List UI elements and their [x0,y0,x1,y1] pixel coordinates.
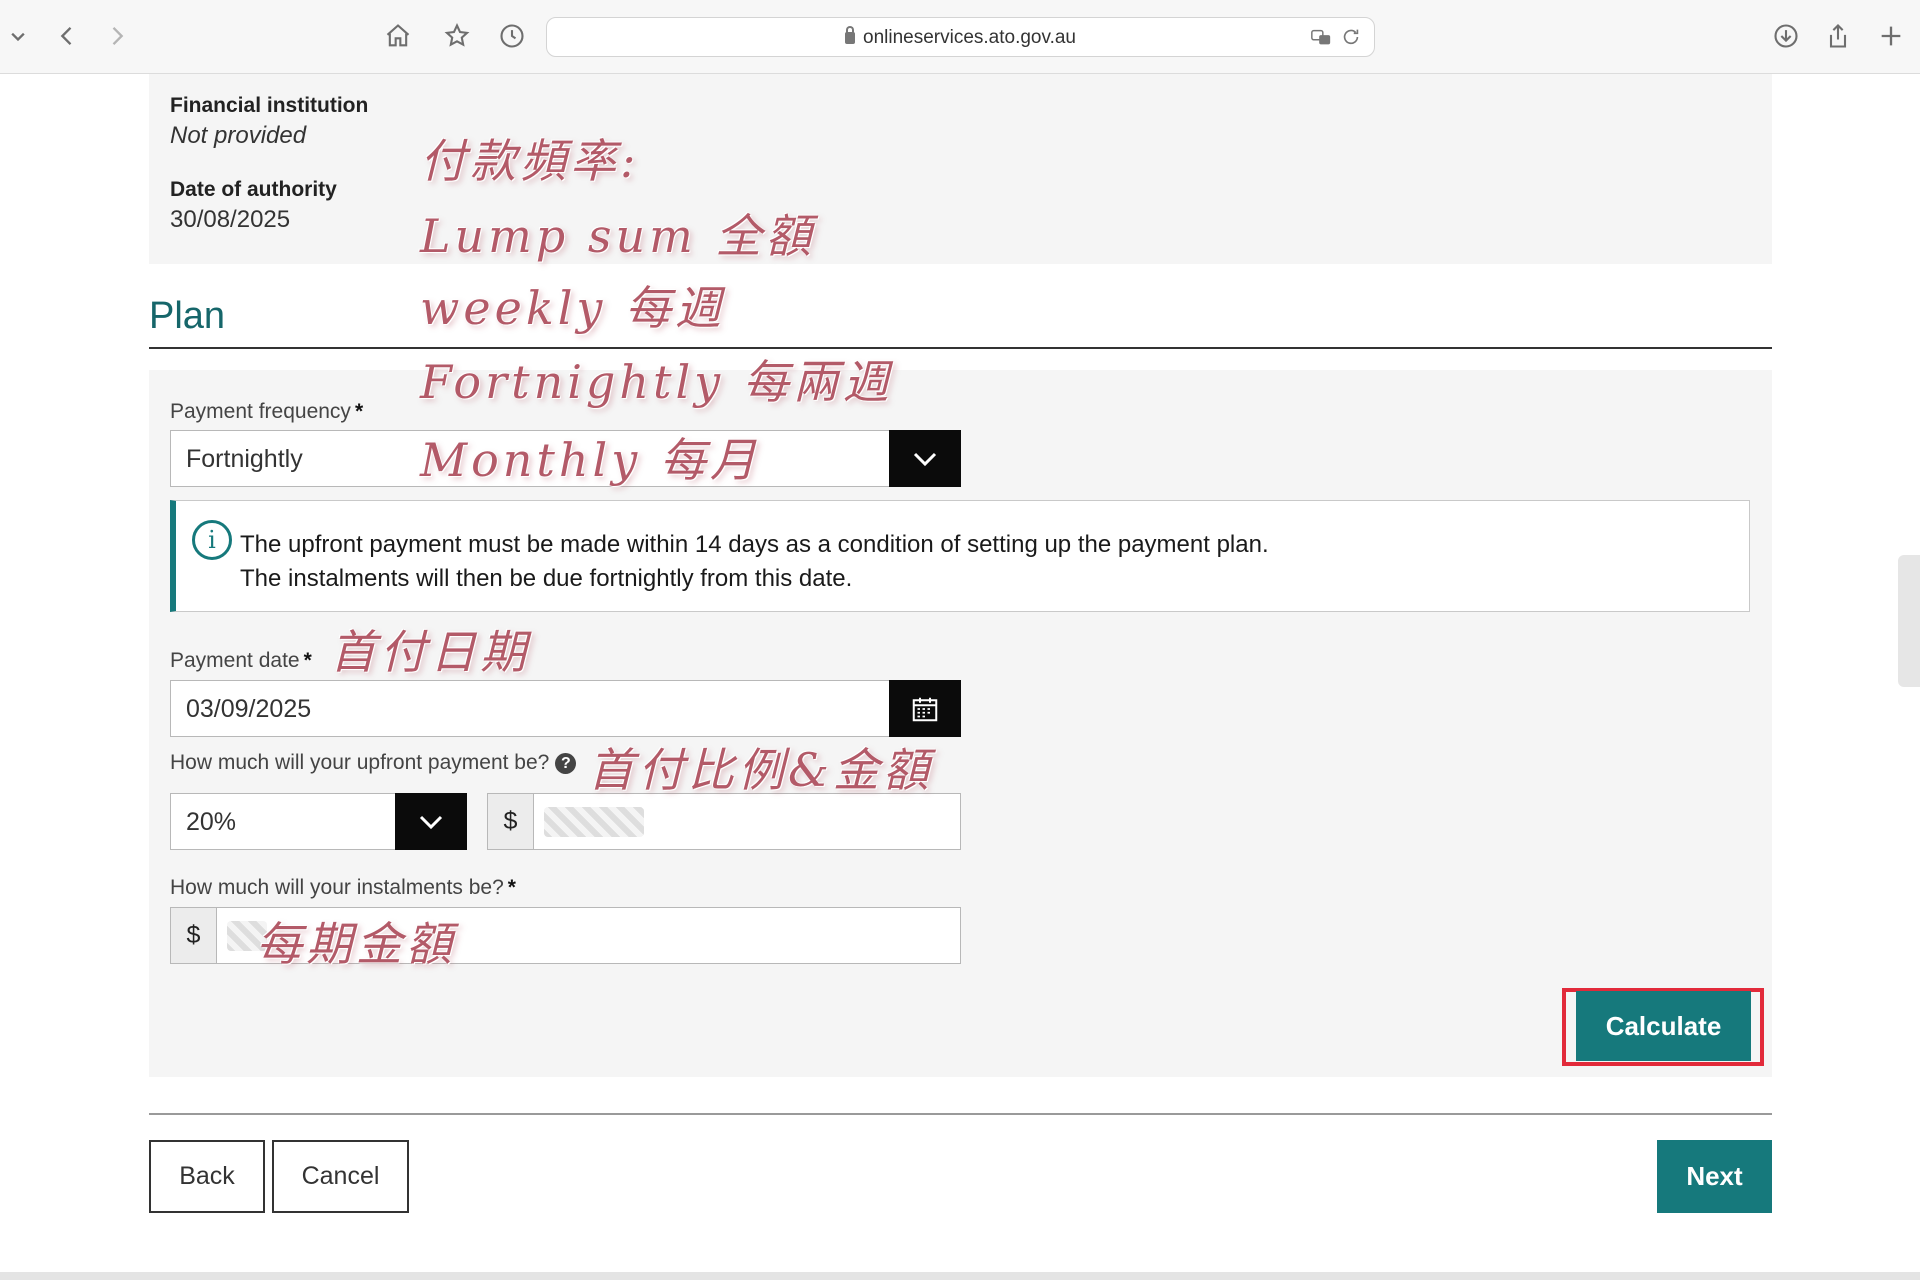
next-button[interactable]: Next [1657,1140,1772,1213]
actions-divider [149,1113,1772,1115]
instalment-amount-label: How much will your instalments be? * [170,876,516,899]
payment-date-label: Payment date * [170,649,312,672]
upfront-payment-label: How much will your upfront payment be?? [170,751,577,775]
annotation-upfront-ratio: 首付比例&金額 [588,743,933,797]
annotation-frequency-heading: 付款頻率: [420,134,640,188]
date-of-authority-value: 30/08/2025 [170,206,291,233]
info-line-2: The instalments will then be due fortnig… [240,565,853,592]
upfront-percent-select[interactable]: 20% [170,793,467,850]
annotation-monthly: Monthly 每月 [420,433,760,487]
authority-details-panel [149,74,1772,264]
info-line-1: The upfront payment must be made within … [240,531,1269,558]
annotation-first-payment-date: 首付日期 [330,625,530,679]
back-arrow-icon[interactable] [47,16,87,56]
cancel-button[interactable]: Cancel [272,1140,409,1213]
download-icon[interactable] [1766,16,1806,56]
home-icon[interactable] [378,16,418,56]
annotation-weekly: weekly 每週 [420,281,726,335]
financial-institution-value: Not provided [170,122,307,149]
address-bar[interactable]: onlineservices.ato.gov.au [546,17,1375,57]
upfront-amount-input[interactable]: $ [487,793,961,850]
plan-divider [149,347,1772,349]
tab-overview-chevron-icon[interactable] [0,16,36,56]
calendar-icon[interactable] [889,680,961,737]
browser-toolbar: onlineservices.ato.gov.au [0,0,1920,74]
scrollbar-thumb[interactable] [1898,555,1920,687]
payment-frequency-label: Payment frequency * [170,400,364,423]
payment-date-value: 03/09/2025 [186,695,312,723]
annotation-instalment-amount: 每期金額 [256,917,456,971]
share-icon[interactable] [1818,16,1858,56]
dollar-prefix: $ [171,908,217,963]
upfront-info-callout: i The upfront payment must be made withi… [170,500,1750,612]
plan-heading: Plan [149,295,226,337]
dollar-prefix: $ [488,794,534,849]
chevron-down-icon[interactable] [889,430,961,487]
date-of-authority-label: Date of authority [170,178,337,201]
annotation-fortnightly: Fortnightly 每兩週 [420,355,893,409]
url-text: onlineservices.ato.gov.au [863,27,1076,48]
reload-icon[interactable] [1340,26,1362,53]
lock-icon [845,26,855,44]
star-icon[interactable] [437,16,477,56]
calculate-button[interactable]: Calculate [1576,991,1751,1061]
financial-institution-label: Financial institution [170,94,369,117]
info-icon: i [192,520,232,560]
page-bottom-strip [0,1272,1920,1280]
new-tab-plus-icon[interactable] [1871,16,1911,56]
forward-arrow-icon[interactable] [97,16,137,56]
history-clock-icon[interactable] [492,16,532,56]
annotation-lump-sum: Lump sum 全額 [420,209,816,263]
translate-icon[interactable] [1310,26,1332,53]
redacted-amount [544,807,644,837]
back-button[interactable]: Back [149,1140,265,1213]
chevron-down-icon[interactable] [395,793,467,850]
payment-date-input[interactable]: 03/09/2025 [170,680,961,737]
help-question-icon[interactable]: ? [555,753,577,774]
payment-frequency-value: Fortnightly [186,445,303,473]
upfront-percent-value: 20% [186,808,237,836]
